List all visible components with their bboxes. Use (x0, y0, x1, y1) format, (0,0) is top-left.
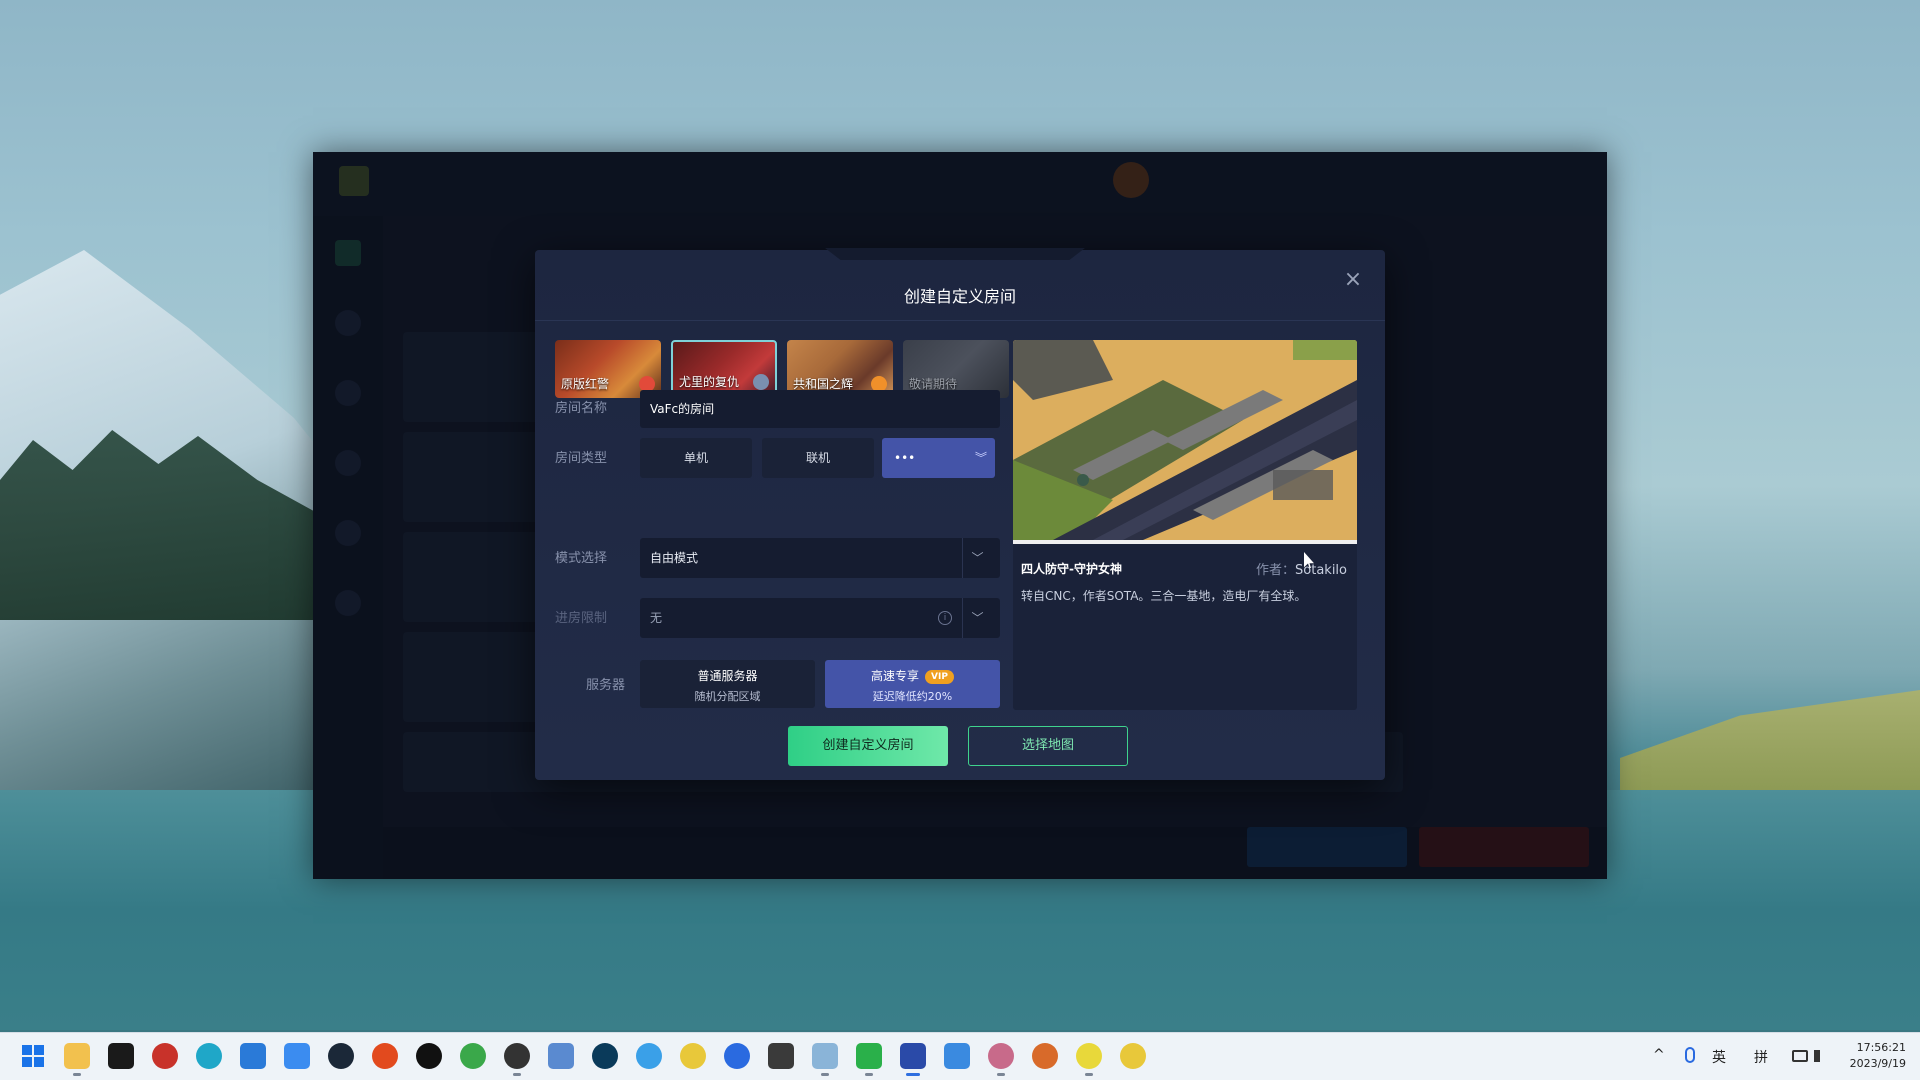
info-icon[interactable]: i (938, 611, 952, 625)
store-icon[interactable] (240, 1043, 266, 1069)
tab-label: 原版红警 (561, 377, 610, 391)
bluetooth-app-icon[interactable] (724, 1043, 750, 1069)
server-fast-title: 高速专享 (871, 669, 920, 683)
entry-limit-value: 无 (650, 611, 663, 625)
entry-limit-select: 无 i ﹀ (640, 598, 1000, 638)
room-name-label: 房间名称 (555, 401, 608, 416)
tab-label: 尤里的复仇 (679, 375, 740, 389)
tray-overflow-icon[interactable]: ^ (1653, 1047, 1665, 1063)
anime-app-icon[interactable] (988, 1043, 1014, 1076)
divider (535, 320, 1385, 321)
chevron-down-icon: ﹀ (962, 598, 992, 638)
map-progress-line (1013, 540, 1357, 544)
mode-select-value: 自由模式 (650, 551, 699, 565)
start-menu-icon[interactable] (20, 1043, 46, 1069)
razer-icon[interactable] (856, 1043, 882, 1076)
qq-icon[interactable] (416, 1043, 442, 1069)
server-normal-title: 普通服务器 (697, 669, 758, 683)
entry-limit-label: 进房限制 (555, 611, 608, 626)
server-fast-subtitle: 延迟降低约20% (872, 690, 953, 703)
server-fast-button[interactable]: 高速专享 VIP 延迟降低约20% (825, 660, 1000, 708)
volume-icon[interactable] (1814, 1050, 1826, 1062)
clock-time: 17:56:21 (1856, 1041, 1906, 1054)
bird-app-icon[interactable] (284, 1043, 310, 1069)
map-author-label: 作者： (1256, 563, 1296, 578)
vip-badge-icon: VIP (925, 669, 954, 684)
server-label: 服务器 (585, 678, 625, 693)
room-type-more-label: ••• (894, 451, 916, 465)
xbox-icon[interactable] (460, 1043, 486, 1069)
server-normal-button[interactable]: 普通服务器 随机分配区域 (640, 660, 815, 708)
dialog-title: 创建自定义房间 (903, 287, 1016, 306)
game-platform-icon[interactable] (900, 1043, 926, 1076)
ime-language[interactable]: 英 (1712, 1047, 1726, 1067)
map-description: 转自CNC，作者SOTA。三合一基地，造电厂有全球。 (1021, 589, 1307, 603)
red-app-icon[interactable] (152, 1043, 178, 1069)
server-normal-subtitle: 随机分配区域 (694, 690, 761, 703)
clock-date: 2023/9/19 (1849, 1057, 1906, 1070)
server-options: 普通服务器 随机分配区域 高速专享 VIP 延迟降低约20% (640, 660, 1000, 708)
map-info-panel: 四人防守-守护女神 作者：Sotakilo 转自CNC，作者SOTA。三合一基地… (1013, 340, 1357, 710)
ea-app-icon[interactable] (372, 1043, 398, 1069)
taskbar: ^ 英 拼 17:56:21 2023/9/19 (0, 1032, 1920, 1080)
edge-browser-icon[interactable] (196, 1043, 222, 1069)
double-chevron-icon: ︾ (974, 451, 987, 465)
cube-app-icon[interactable] (768, 1043, 794, 1069)
leaf-app-icon[interactable] (1076, 1043, 1102, 1076)
create-room-button[interactable]: 创建自定义房间 (788, 726, 948, 766)
room-type-online-button[interactable]: 联机 (762, 438, 874, 478)
monkey-app-icon[interactable] (1032, 1043, 1058, 1069)
room-type-single-button[interactable]: 单机 (640, 438, 752, 478)
select-map-button[interactable]: 选择地图 (968, 726, 1128, 766)
system-clock[interactable]: 17:56:21 2023/9/19 (1850, 1040, 1906, 1072)
close-icon[interactable]: × (1341, 268, 1365, 292)
mode-select[interactable]: 自由模式 ﹀ (640, 538, 1000, 578)
ime-mode[interactable]: 拼 (1754, 1047, 1768, 1067)
map-author-name: Sotakilo (1295, 563, 1347, 578)
glasses-app-2-icon[interactable] (1120, 1043, 1146, 1069)
map-preview-image (1013, 340, 1357, 540)
version-badge-icon (753, 374, 769, 390)
room-type-label: 房间类型 (555, 451, 608, 466)
room-name-input[interactable]: VaFc的房间 (640, 390, 1000, 428)
file-explorer-icon[interactable] (64, 1043, 90, 1076)
media-app-icon[interactable] (504, 1043, 530, 1076)
glasses-app-icon[interactable] (680, 1043, 706, 1069)
map-author: 作者：Sotakilo (1256, 559, 1347, 578)
swirl-app-icon[interactable] (636, 1043, 662, 1069)
dialog-notch (825, 248, 1085, 260)
chart-app-icon[interactable] (548, 1043, 574, 1069)
chevron-down-icon: ﹀ (962, 538, 992, 578)
kk-app-icon[interactable] (108, 1043, 134, 1069)
remote-desktop-icon[interactable] (812, 1043, 838, 1076)
mode-label: 模式选择 (555, 551, 608, 566)
create-room-dialog: 创建自定义房间 × 原版红警 尤里的复仇 共和国之辉 敬请期待 房间名称 VaF… (535, 248, 1385, 780)
room-type-more-button[interactable]: ••• ︾ (882, 438, 995, 478)
photo-app-icon[interactable] (944, 1043, 970, 1069)
microphone-icon[interactable] (1685, 1047, 1695, 1063)
steam-icon[interactable] (328, 1043, 354, 1069)
network-icon[interactable] (1792, 1050, 1808, 1062)
map-name: 四人防守-守护女神 (1021, 562, 1122, 576)
ring-app-icon[interactable] (592, 1043, 618, 1069)
